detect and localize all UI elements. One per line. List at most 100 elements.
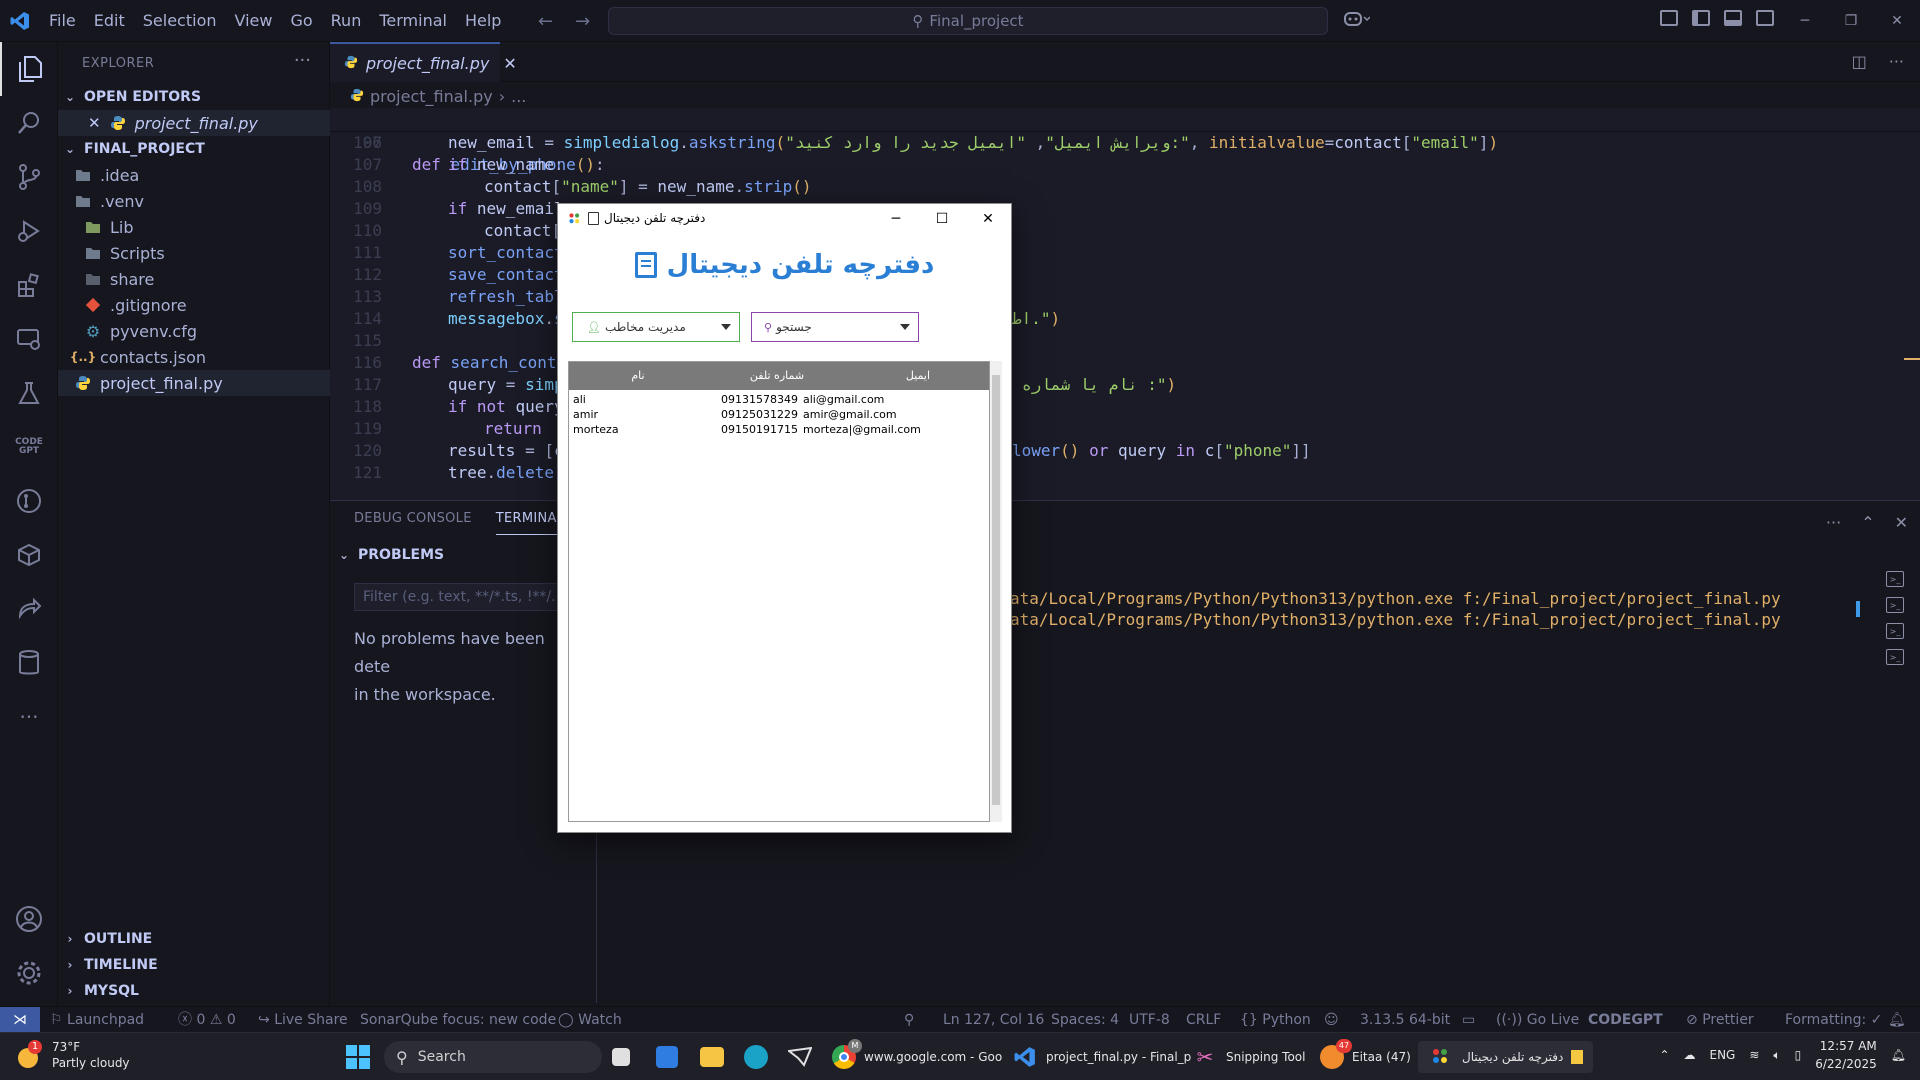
notification-icon[interactable]: 🔔︎ (1891, 1048, 1906, 1062)
table-row[interactable]: amir 09125031229 amir@gmail.com (569, 407, 989, 422)
breadcrumb-file[interactable]: project_final.py (370, 87, 493, 106)
more-actions-icon[interactable]: ··· (1826, 513, 1841, 532)
taskbar-snipping-tool[interactable]: ✂ Snipping Tool (1192, 1041, 1306, 1073)
maximize-panel-icon[interactable]: ⌃ (1861, 513, 1874, 532)
tree-item-venv[interactable]: .venv (58, 188, 330, 214)
problems-filter-input[interactable]: Filter (e.g. text, **/*.ts, !**/... (354, 583, 574, 611)
toggle-sidebar-icon[interactable] (1692, 10, 1710, 26)
taskbar-eitaa[interactable]: 47 Eitaa (47) (1320, 1039, 1411, 1073)
breadcrumb-more[interactable]: ... (511, 87, 526, 106)
database-icon[interactable] (0, 636, 58, 690)
tree-item-share[interactable]: share (58, 266, 330, 292)
scrollbar-thumb[interactable] (992, 375, 1000, 805)
menu-go[interactable]: Go (281, 0, 321, 42)
table-row[interactable]: ali 09131578349 ali@gmail.com (569, 392, 989, 407)
close-icon[interactable]: ✕ (1874, 0, 1920, 42)
remote-explorer-icon[interactable] (0, 312, 58, 366)
onedrive-icon[interactable]: ☁ (1684, 1048, 1696, 1062)
back-arrow-icon[interactable]: ← (538, 11, 553, 32)
tree-item-contacts-json[interactable]: {..} contacts.json (58, 344, 330, 370)
timeline-section[interactable]: › TIMELINE (64, 954, 158, 976)
source-control-icon[interactable] (0, 150, 58, 204)
customize-layout-icon[interactable] (1660, 10, 1678, 26)
table-row[interactable]: morteza 09150191715 morteza|@gmail.com (569, 422, 989, 437)
run-debug-icon[interactable] (0, 204, 58, 258)
more-actions-icon[interactable]: ··· (1889, 52, 1904, 71)
close-icon[interactable]: ✕ (965, 204, 1011, 234)
formatting-status[interactable]: Formatting: ✓ (1785, 1007, 1882, 1033)
open-editor-item[interactable]: ✕ project_final.py (58, 110, 330, 136)
task-view-icon[interactable] (612, 1041, 630, 1073)
mysql-section[interactable]: › MYSQL (64, 980, 139, 1002)
contacts-table[interactable]: نام شماره تلفن ایمیل ali 09131578349 ali… (568, 361, 990, 822)
clock[interactable]: 12:57 AM 6/22/2025 (1815, 1037, 1877, 1073)
tree-item-idea[interactable]: .idea (58, 162, 330, 188)
extensions-icon[interactable] (0, 258, 58, 312)
menu-selection[interactable]: Selection (134, 0, 226, 42)
tree-item-gitignore[interactable]: .gitignore (58, 292, 330, 318)
outline-section[interactable]: › OUTLINE (64, 928, 153, 950)
edge-icon[interactable] (744, 1041, 768, 1073)
minimize-icon[interactable]: ─ (1782, 0, 1828, 42)
tab-debug-console[interactable]: DEBUG CONSOLE (354, 511, 472, 535)
column-header-phone[interactable]: شماره تلفن (707, 362, 847, 390)
menu-view[interactable]: View (226, 0, 282, 42)
contacts-scrollbar[interactable] (990, 361, 1002, 822)
close-editor-icon[interactable]: ✕ (88, 114, 101, 132)
more-icon[interactable]: ··· (0, 690, 58, 744)
maximize-icon[interactable]: ☐ (919, 204, 965, 234)
taskbar-vscode[interactable]: project_final.py - Final_p (1012, 1041, 1191, 1073)
open-editors-section[interactable]: ⌄ OPEN EDITORS (64, 86, 201, 108)
remote-indicator-icon[interactable]: ⋊ (0, 1006, 40, 1033)
toggle-secondary-sidebar-icon[interactable] (1756, 10, 1774, 26)
project-section[interactable]: ⌄ FINAL_PROJECT (64, 138, 205, 160)
restore-icon[interactable]: ❐ (1828, 0, 1874, 42)
notifications-bell-icon[interactable]: 🔔︎ (1888, 1007, 1906, 1033)
settings-gear-icon[interactable] (0, 946, 58, 1000)
copilot-status-icon[interactable]: ☺ (1324, 1007, 1339, 1033)
manage-contact-combobox[interactable]: 👤︎ مدیریت مخاطب (572, 312, 740, 342)
codegpt-icon[interactable]: CODE GPT (0, 420, 58, 474)
taskbar-phonebook[interactable]: دفترچه تلفن دیجیتال (1418, 1041, 1594, 1073)
codegpt-status[interactable]: CODEGPT (1588, 1007, 1663, 1033)
terminal-status-icon[interactable]: ▭ (1462, 1007, 1475, 1033)
gitlens-icon[interactable] (0, 474, 58, 528)
terminal-icon[interactable]: >_ (1886, 623, 1904, 639)
tab-terminal[interactable]: TERMINAL (495, 511, 565, 535)
prettier-status[interactable]: ⊘ Prettier (1686, 1007, 1754, 1033)
tree-item-project-final[interactable]: project_final.py (58, 370, 330, 396)
tree-item-scripts[interactable]: Scripts (58, 240, 330, 266)
tree-item-lib[interactable]: Lib (58, 214, 330, 240)
terminal-icon[interactable]: >_ (1886, 649, 1904, 665)
launchpad-item[interactable]: ⚐ Launchpad (50, 1007, 144, 1033)
tab-project-final[interactable]: project_final.py ✕ (330, 42, 517, 82)
problems-header[interactable]: ⌄ PROBLEMS (338, 547, 444, 563)
volume-icon[interactable]: 🔈︎ (1773, 1048, 1780, 1063)
explorer-icon[interactable] (0, 42, 58, 96)
account-icon[interactable] (0, 892, 58, 946)
battery-icon[interactable]: ▯ (1795, 1048, 1802, 1062)
menu-file[interactable]: File (40, 0, 85, 42)
close-panel-icon[interactable]: ✕ (1895, 513, 1908, 532)
containers-icon[interactable] (0, 528, 58, 582)
search-combobox[interactable]: ⚲ جستجو (751, 312, 919, 342)
terminal-scroll-indicator[interactable] (1856, 601, 1860, 617)
more-actions-icon[interactable]: ··· (294, 50, 311, 71)
encoding[interactable]: UTF-8 (1129, 1007, 1170, 1033)
menu-help[interactable]: Help (456, 0, 510, 42)
menu-run[interactable]: Run (322, 0, 371, 42)
language-mode[interactable]: {} Python (1240, 1007, 1311, 1033)
taskbar-chrome[interactable]: M www.google.com - Goo (832, 1039, 1002, 1073)
terminal-icon[interactable]: >_ (1886, 597, 1904, 613)
wifi-icon[interactable]: ≋ (1749, 1048, 1759, 1062)
weather-widget[interactable]: 1 73°F Partly cloudy (16, 1039, 130, 1071)
menu-edit[interactable]: Edit (85, 0, 134, 42)
search-icon[interactable] (0, 96, 58, 150)
testing-flask-icon[interactable] (0, 366, 58, 420)
microsoft-store-icon[interactable] (656, 1041, 678, 1073)
line-ending[interactable]: CRLF (1186, 1007, 1221, 1033)
minimize-icon[interactable]: ─ (873, 204, 919, 234)
chevron-up-icon[interactable]: ⌃ (1659, 1048, 1669, 1062)
taskbar-search[interactable]: ⚲ Search (384, 1041, 602, 1073)
forward-arrow-icon[interactable]: → (575, 11, 590, 32)
